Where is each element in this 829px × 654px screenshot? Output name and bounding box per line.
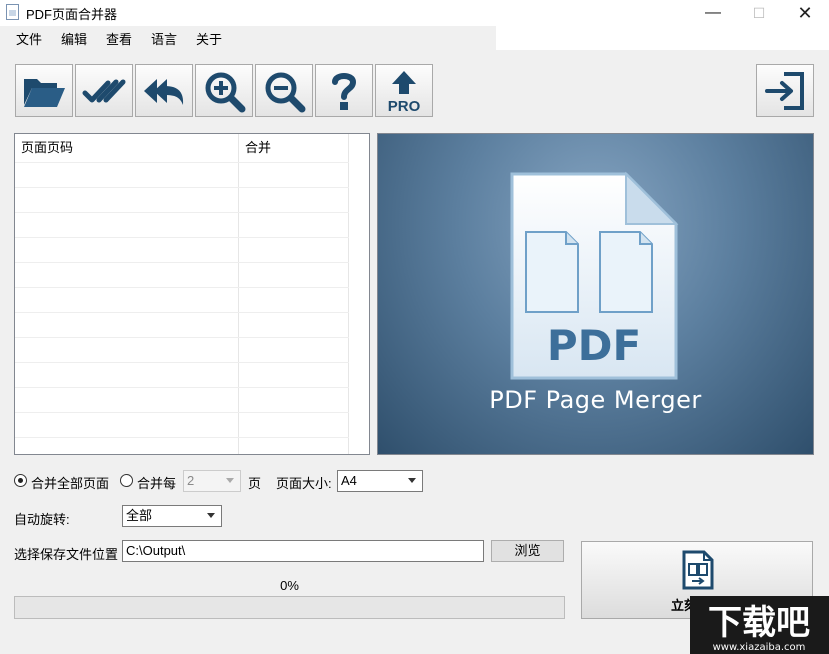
pdf-document-icon: PDF	[510, 171, 679, 380]
page-list[interactable]: 页面页码 合并	[14, 133, 370, 455]
zoom-out-icon	[265, 72, 306, 112]
merge-all-label[interactable]: 合并全部页面	[31, 473, 109, 492]
upgrade-pro-button[interactable]: PRO	[375, 64, 433, 117]
chevron-down-icon	[226, 478, 234, 483]
page-size-value: A4	[341, 473, 357, 488]
row-gridline	[15, 387, 349, 388]
row-gridline	[15, 287, 349, 288]
minimize-button[interactable]: —	[690, 0, 736, 26]
preview-caption: PDF Page Merger	[489, 386, 702, 414]
chevron-down-icon	[207, 513, 215, 518]
double-check-icon	[82, 79, 126, 102]
exit-button[interactable]	[756, 64, 814, 117]
row-gridline	[15, 162, 349, 163]
row-gridline	[15, 362, 349, 363]
row-gridline	[15, 187, 349, 188]
preview-panel: PDF PDF Page Merger	[377, 133, 814, 455]
upgrade-pro-icon: PRO	[388, 70, 421, 113]
merge-all-radio[interactable]	[14, 474, 27, 487]
merge-every-select[interactable]: 2	[183, 470, 241, 492]
auto-rotate-value: 全部	[126, 508, 153, 523]
maximize-button[interactable]: ☐	[736, 0, 782, 26]
select-all-button[interactable]	[75, 64, 133, 117]
zoom-in-icon	[205, 72, 246, 112]
app-icon	[6, 4, 19, 20]
menu-bar-filler	[496, 26, 829, 50]
progress-bar	[14, 596, 565, 619]
row-gridline	[15, 437, 349, 438]
exit-icon	[765, 71, 804, 110]
row-gridline	[15, 262, 349, 263]
menu-about[interactable]: 关于	[194, 29, 224, 48]
column-header-page-number[interactable]: 页面页码	[15, 134, 239, 162]
auto-rotate-label: 自动旋转:	[14, 512, 70, 527]
save-location-label: 选择保存文件位置	[14, 547, 119, 562]
zoom-out-button[interactable]	[255, 64, 313, 117]
save-location-input[interactable]: C:\Output\	[122, 540, 484, 562]
watermark-logo: 下载吧 www.xiazaiba.com	[690, 596, 829, 654]
svg-text:www.xiazaiba.com: www.xiazaiba.com	[713, 642, 806, 653]
row-gridline	[15, 212, 349, 213]
pro-label: PRO	[388, 98, 421, 113]
menu-edit[interactable]: 编辑	[59, 29, 89, 48]
row-gridline	[15, 337, 349, 338]
browse-button[interactable]: 浏览	[491, 540, 564, 562]
column-separator	[238, 134, 239, 454]
page-size-select[interactable]: A4	[337, 470, 423, 492]
zoom-in-button[interactable]	[195, 64, 253, 117]
reply-all-icon	[144, 78, 184, 105]
menu-language[interactable]: 语言	[149, 29, 179, 48]
chevron-down-icon	[408, 478, 416, 483]
progress-percent: 0%	[280, 578, 299, 593]
row-gridline	[15, 312, 349, 313]
title-bar: PDF页面合并器 — ☐ ✕	[0, 0, 829, 26]
question-mark-icon	[332, 72, 357, 110]
row-gridline	[15, 412, 349, 413]
menu-file[interactable]: 文件	[14, 29, 44, 48]
undo-all-button[interactable]	[135, 64, 193, 117]
column-header-merge[interactable]: 合并	[239, 134, 349, 162]
merge-every-unit: 页	[248, 476, 262, 491]
close-button[interactable]: ✕	[782, 0, 828, 26]
svg-text:下载吧: 下载吧	[708, 603, 810, 643]
help-button[interactable]	[315, 64, 373, 117]
folder-open-icon	[24, 78, 65, 107]
open-button[interactable]	[15, 64, 73, 117]
merge-pdf-icon	[682, 550, 714, 590]
row-gridline	[15, 237, 349, 238]
window-title: PDF页面合并器	[26, 7, 118, 22]
menu-view[interactable]: 查看	[104, 29, 134, 48]
merge-every-label[interactable]: 合并每	[137, 473, 176, 492]
page-size-label: 页面大小:	[276, 476, 332, 491]
auto-rotate-select[interactable]: 全部	[122, 505, 222, 527]
merge-every-radio[interactable]	[120, 474, 133, 487]
menu-bar: 文件 编辑 查看 语言 关于	[0, 26, 496, 50]
pdf-logo-text: PDF	[547, 321, 641, 370]
column-separator	[348, 134, 349, 454]
merge-every-value: 2	[187, 473, 195, 488]
